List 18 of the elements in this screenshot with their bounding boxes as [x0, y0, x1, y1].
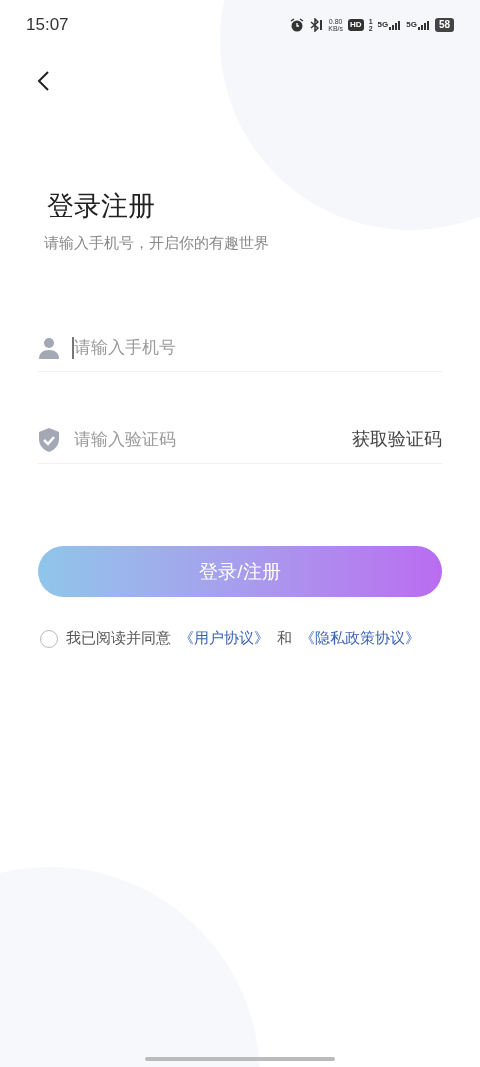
- alarm-icon: [290, 18, 305, 32]
- hd-badge: HD: [348, 19, 364, 31]
- phone-input-field[interactable]: 请输入手机号: [74, 335, 442, 361]
- battery-indicator: 58: [434, 18, 454, 32]
- shield-check-icon: [38, 427, 60, 452]
- agreement-text: 我已阅读并同意: [66, 628, 171, 649]
- page-title: 登录注册: [46, 190, 156, 223]
- agreement-joiner: 和: [277, 628, 292, 649]
- code-input-field[interactable]: 请输入验证码: [72, 427, 340, 453]
- privacy-policy-link[interactable]: 《隐私政策协议》: [300, 627, 420, 650]
- text-cursor: [72, 336, 74, 359]
- bluetooth-icon: [309, 18, 324, 32]
- page-subtitle: 请输入手机号，开启你的有趣世界: [44, 232, 270, 253]
- back-icon[interactable]: [36, 70, 50, 92]
- person-icon: [38, 336, 60, 359]
- clock-time: 15:07: [26, 14, 69, 37]
- user-agreement-link[interactable]: 《用户协议》: [179, 627, 269, 650]
- get-code-button[interactable]: 获取验证码: [352, 426, 442, 454]
